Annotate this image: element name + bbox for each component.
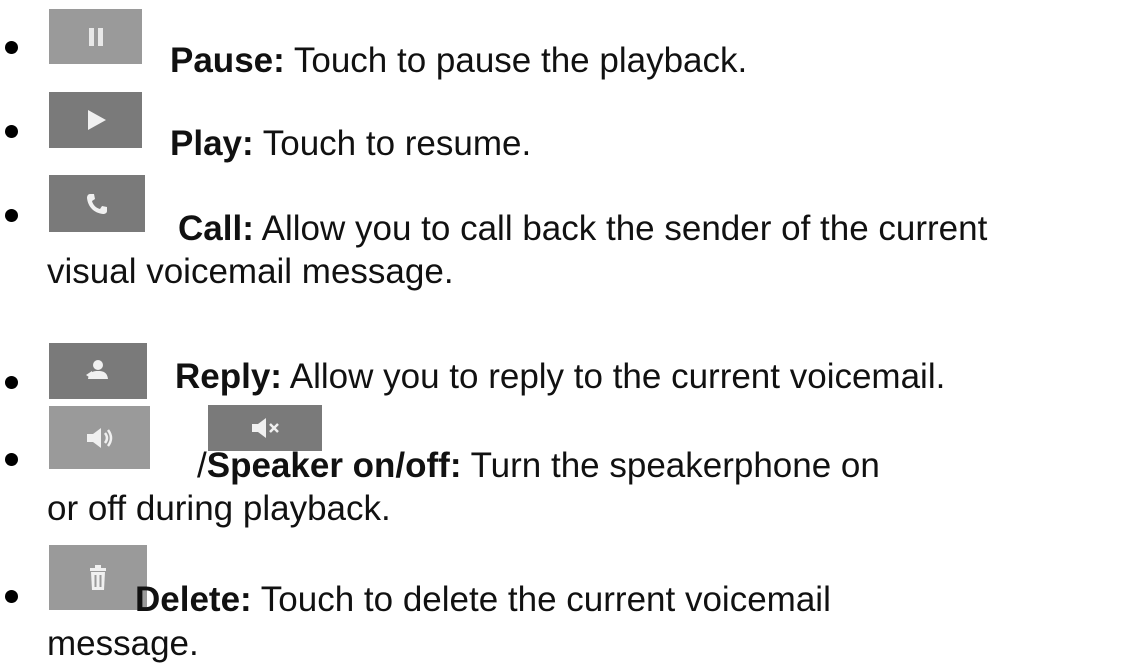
item-continuation: message. <box>47 624 199 663</box>
bullet <box>5 125 18 138</box>
item-term: Pause: <box>170 41 285 80</box>
bullet <box>5 376 18 389</box>
item-line: Pause: Touch to pause the playback. <box>170 41 747 81</box>
item-continuation: or off during playback. <box>47 489 391 528</box>
item-text: Touch to resume. <box>253 124 532 163</box>
item-term: Delete: <box>135 580 252 619</box>
item-text: Turn the speakerphone on <box>461 446 880 485</box>
phone-icon <box>49 175 145 232</box>
item-text: Allow you to call back the sender of the… <box>253 209 988 248</box>
pause-icon <box>49 9 142 64</box>
item-continuation: visual voicemail message. <box>47 252 454 291</box>
item-term: Call: <box>178 209 254 248</box>
item-line: Call: Allow you to call back the sender … <box>178 209 987 249</box>
item-line: /Speaker on/off: Turn the speakerphone o… <box>197 446 880 486</box>
item-text: Touch to pause the playback. <box>284 41 748 80</box>
item-term: Play: <box>170 124 254 163</box>
bullet <box>5 453 18 466</box>
item-text: Allow you to reply to the current voicem… <box>281 357 946 396</box>
item-line: Delete: Touch to delete the current voic… <box>135 580 831 620</box>
item-text: Touch to delete the current voicemail <box>251 580 831 619</box>
item-prefix: / <box>197 446 207 485</box>
bullet <box>5 590 18 603</box>
item-line: Play: Touch to resume. <box>170 124 531 164</box>
item-line: Reply: Allow you to reply to the current… <box>175 357 945 397</box>
item-term: Reply: <box>175 357 282 396</box>
play-icon <box>49 92 142 148</box>
trash-icon <box>49 545 147 610</box>
reply-icon <box>49 343 147 399</box>
item-term: Speaker on/off: <box>206 446 462 485</box>
speaker-on-icon <box>49 406 150 469</box>
bullet <box>5 209 18 222</box>
speaker-off-icon <box>208 405 322 451</box>
bullet <box>5 41 18 54</box>
